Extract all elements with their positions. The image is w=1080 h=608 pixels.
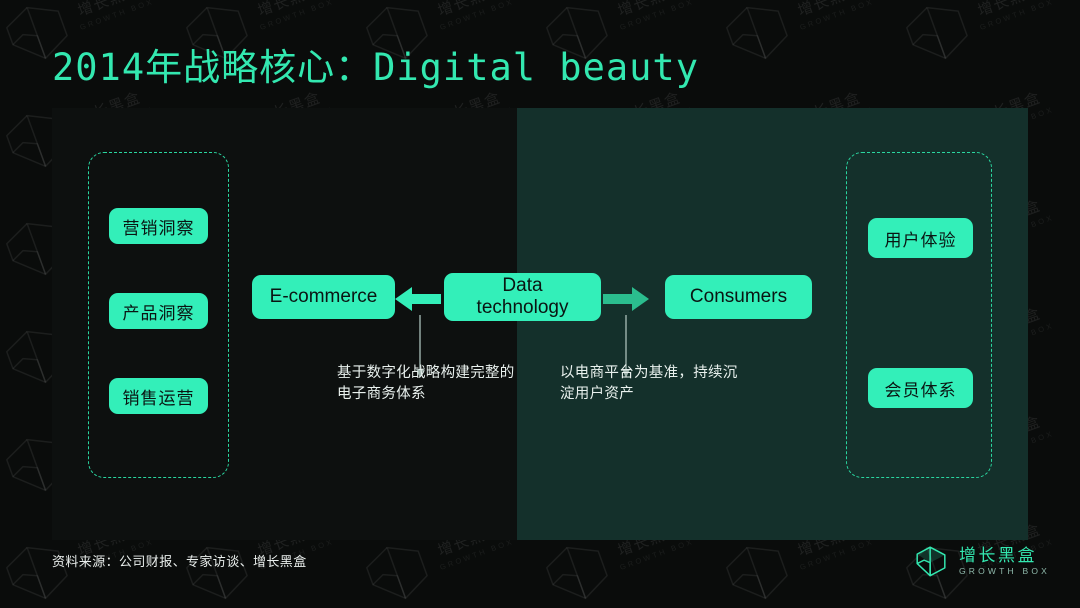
brand-name-en: GROWTH BOX xyxy=(958,565,1050,576)
flow-box-consumers[interactable]: Consumers xyxy=(665,275,812,319)
chip-user-experience[interactable]: 用户体验 xyxy=(868,218,973,258)
watermark-tile: 增长黑盒GROWTH BOX xyxy=(1060,510,1080,608)
brand-name-cn: 增长黑盒 xyxy=(958,545,1037,565)
flow-box-data-technology-label: Data technology xyxy=(476,275,569,318)
arrow-right-icon xyxy=(603,286,649,312)
svg-text:GROWTH BOX: GROWTH BOX xyxy=(799,0,875,32)
flow-box-ecommerce[interactable]: E-commerce xyxy=(252,275,395,319)
svg-text:增长黑盒: 增长黑盒 xyxy=(796,0,864,20)
svg-text:GROWTH BOX: GROWTH BOX xyxy=(619,0,695,32)
svg-text:GROWTH BOX: GROWTH BOX xyxy=(979,0,1055,32)
growth-box-cube-icon xyxy=(912,542,950,580)
caption-ecommerce: 基于数字化战略构建完整的电子商务体系 xyxy=(337,365,515,402)
chip-sales-operations[interactable]: 销售运营 xyxy=(109,378,208,414)
svg-text:增长黑盒: 增长黑盒 xyxy=(616,0,684,20)
brand-logo: 增长黑盒 GROWTH BOX xyxy=(912,538,1050,584)
svg-text:GROWTH BOX: GROWTH BOX xyxy=(619,537,695,572)
svg-text:GROWTH BOX: GROWTH BOX xyxy=(799,537,875,572)
watermark-tile: 增长黑盒GROWTH BOX xyxy=(1060,402,1080,510)
caption-consumers: 以电商平台为基准，持续沉淀用户资产 xyxy=(560,365,738,402)
svg-text:GROWTH BOX: GROWTH BOX xyxy=(439,537,515,572)
svg-text:GROWTH BOX: GROWTH BOX xyxy=(439,0,515,32)
svg-text:增长黑盒: 增长黑盒 xyxy=(76,0,144,20)
watermark-tile: 增长黑盒GROWTH BOX xyxy=(1060,0,1080,78)
right-group-container xyxy=(846,152,992,478)
flow-box-data-technology[interactable]: Data technology xyxy=(444,273,601,321)
svg-text:增长黑盒: 增长黑盒 xyxy=(976,0,1044,20)
diagram-board: 营销洞察 产品洞察 销售运营 E-commerce Data technolog… xyxy=(52,108,1028,540)
chip-marketing-insight[interactable]: 营销洞察 xyxy=(109,208,208,244)
svg-text:增长黑盒: 增长黑盒 xyxy=(256,0,324,20)
watermark-tile: 增长黑盒GROWTH BOX xyxy=(1060,294,1080,402)
watermark-tile: 增长黑盒GROWTH BOX xyxy=(700,0,880,78)
svg-text:GROWTH BOX: GROWTH BOX xyxy=(79,0,155,32)
arrow-left-icon xyxy=(395,286,441,312)
svg-text:GROWTH BOX: GROWTH BOX xyxy=(259,0,335,32)
page-title: 2014年战略核心：Digital beauty xyxy=(52,46,699,89)
watermark-tile: 增长黑盒GROWTH BOX xyxy=(1060,186,1080,294)
chip-product-insight[interactable]: 产品洞察 xyxy=(109,293,208,329)
watermark-tile: 增长黑盒GROWTH BOX xyxy=(1060,78,1080,186)
watermark-tile: 增长黑盒GROWTH BOX xyxy=(880,0,1060,78)
svg-text:增长黑盒: 增长黑盒 xyxy=(436,0,504,20)
chip-membership-system[interactable]: 会员体系 xyxy=(868,368,973,408)
source-note: 资料来源：公司财报、专家访谈、增长黑盒 xyxy=(52,554,307,569)
